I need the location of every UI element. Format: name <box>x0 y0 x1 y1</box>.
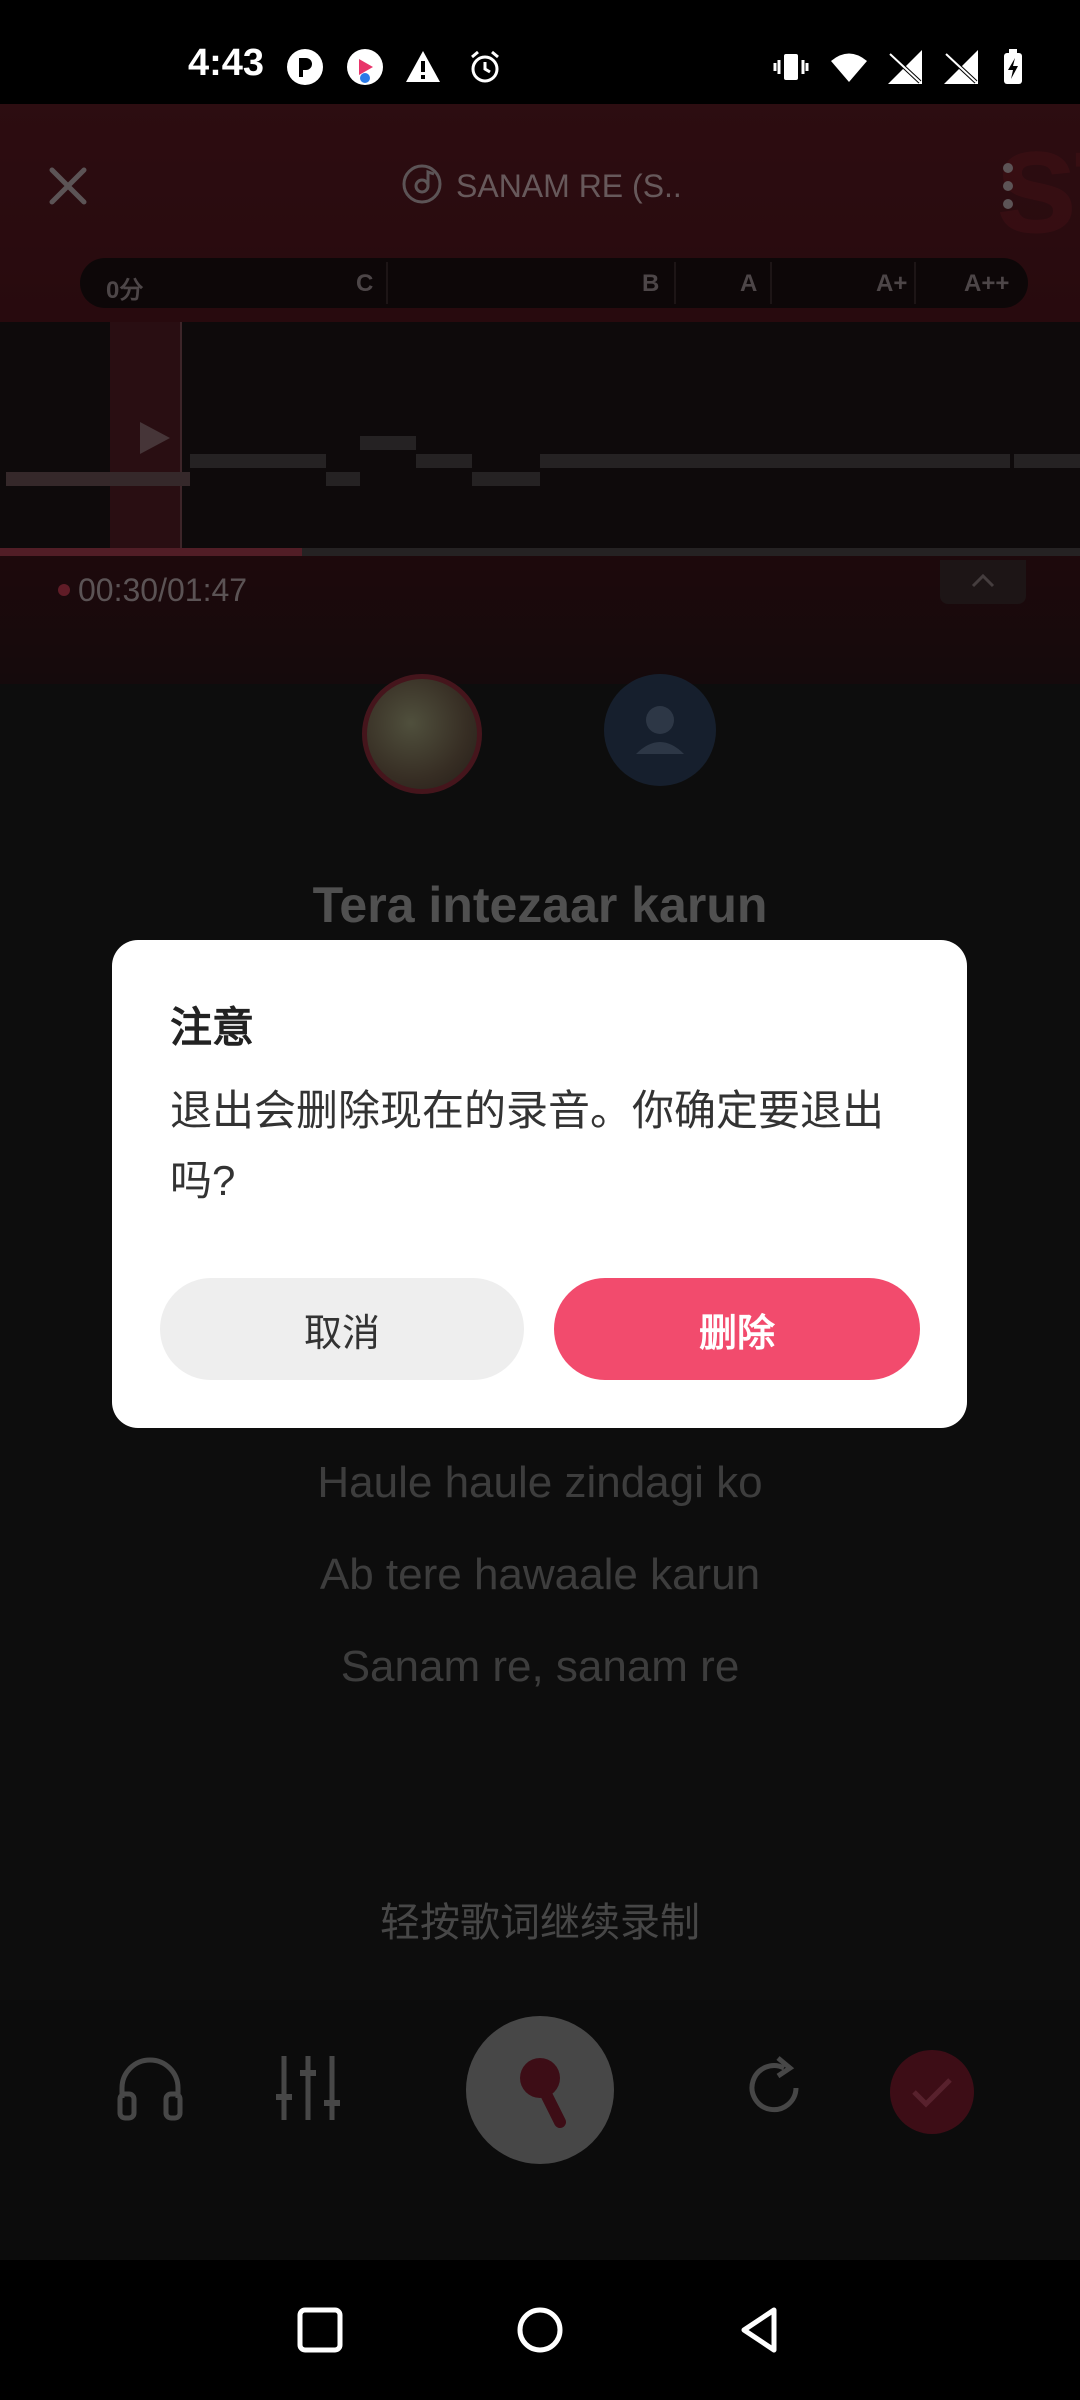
notification-app-icon <box>286 48 324 86</box>
exit-confirm-dialog: 注意 退出会删除现在的录音。你确定要退出吗? 取消 删除 <box>112 940 967 1428</box>
system-nav-bar <box>0 2260 1080 2400</box>
signal-icon-2 <box>942 48 980 86</box>
cancel-button[interactable]: 取消 <box>160 1278 524 1380</box>
square-icon <box>297 2307 343 2353</box>
home-button[interactable] <box>510 2300 570 2360</box>
alarm-icon <box>466 48 504 86</box>
vibrate-icon <box>772 48 810 86</box>
delete-button[interactable]: 删除 <box>554 1278 920 1380</box>
karaoke-recording-screen: 4:43 st <box>0 0 1080 2400</box>
battery-charging-icon <box>994 48 1032 86</box>
triangle-back-icon <box>741 2307 777 2353</box>
recents-button[interactable] <box>290 2300 350 2360</box>
warning-icon <box>404 48 442 86</box>
status-bar: 4:43 <box>0 0 1080 104</box>
dialog-message: 退出会删除现在的录音。你确定要退出吗? <box>170 1087 885 1204</box>
dialog-title: 注意 <box>170 1004 255 1051</box>
wifi-icon <box>830 48 868 86</box>
app-logo-icon <box>346 48 384 86</box>
back-button[interactable] <box>730 2300 790 2360</box>
signal-icon <box>886 48 924 86</box>
status-time: 4:43 <box>188 42 265 84</box>
circle-icon <box>517 2307 563 2353</box>
